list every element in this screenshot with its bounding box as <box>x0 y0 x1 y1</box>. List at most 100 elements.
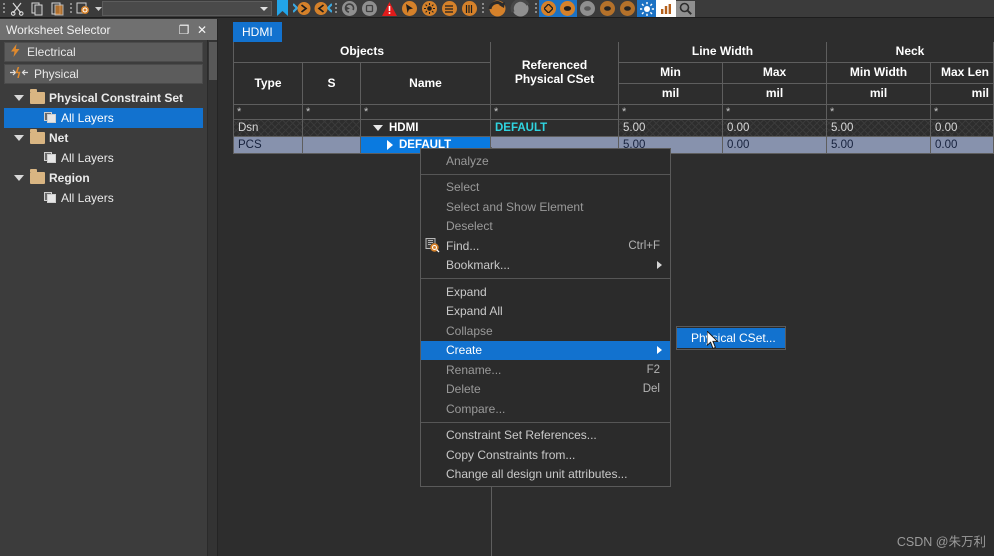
cut-icon[interactable] <box>7 0 27 17</box>
cell-name[interactable]: HDMI <box>361 120 491 137</box>
panel-close-button[interactable]: ✕ <box>193 23 211 37</box>
column-header-linewidth-max[interactable]: Max <box>723 63 827 84</box>
chart-icon[interactable] <box>656 0 676 17</box>
menu-item-delete[interactable]: Delete Del <box>421 380 670 400</box>
tree-item-all-layers-pcs[interactable]: All Layers <box>4 108 203 128</box>
layers-icon <box>44 112 57 124</box>
chevron-down-icon[interactable] <box>14 175 24 181</box>
submenu-item-physical-cset[interactable]: Physical CSet... <box>677 328 785 348</box>
column-header-s[interactable]: S <box>303 63 361 105</box>
cell-s[interactable] <box>303 137 361 154</box>
menu-item-copy-constraints-from[interactable]: Copy Constraints from... <box>421 445 670 465</box>
tree-group-region[interactable]: Region <box>4 168 203 188</box>
bookmark-icon[interactable] <box>272 0 292 17</box>
tree-item-all-layers-region[interactable]: All Layers <box>4 188 203 208</box>
magnifier-icon[interactable] <box>676 0 695 17</box>
zoom-find-icon[interactable] <box>74 0 94 17</box>
menu-item-bookmark[interactable]: Bookmark... <box>421 256 670 276</box>
menu-item-find[interactable]: Find... Ctrl+F <box>421 236 670 256</box>
chevron-right-icon[interactable] <box>387 140 393 150</box>
submenu-item-label: Physical CSet... <box>691 330 776 345</box>
panel-scrollbar[interactable] <box>207 40 217 556</box>
warning-icon[interactable] <box>379 0 399 17</box>
menu-item-deselect[interactable]: Deselect <box>421 217 670 237</box>
mode-button-electrical[interactable]: Electrical <box>4 42 203 62</box>
menu-item-label: Copy Constraints from... <box>446 447 576 462</box>
analyze-icon[interactable] <box>508 0 532 17</box>
refresh-icon[interactable] <box>486 0 508 17</box>
filter-neck-minwidth[interactable]: * <box>827 105 931 120</box>
tree-item-all-layers-net[interactable]: All Layers <box>4 148 203 168</box>
copy-icon[interactable] <box>27 0 47 17</box>
filter-linewidth-min[interactable]: * <box>619 105 723 120</box>
menu-item-change-all-design-unit-attributes[interactable]: Change all design unit attributes... <box>421 465 670 485</box>
redo-icon[interactable] <box>359 0 379 17</box>
filter-linewidth-max[interactable]: * <box>723 105 827 120</box>
menu-item-select[interactable]: Select <box>421 178 670 198</box>
panel-scrollbar-thumb[interactable] <box>209 42 217 80</box>
tab-hdmi[interactable]: HDMI <box>233 22 282 42</box>
filter-type[interactable]: * <box>233 105 303 120</box>
column-header-type[interactable]: Type <box>233 63 303 105</box>
menu-item-expand[interactable]: Expand <box>421 282 670 302</box>
settings-gear-icon[interactable] <box>419 0 439 17</box>
column-header-neck-minwidth[interactable]: Min Width <box>827 63 931 84</box>
menu-item-accelerator: Ctrl+F <box>628 239 660 252</box>
filter-referenced-cset[interactable]: * <box>491 105 619 120</box>
paste-icon[interactable] <box>47 0 67 17</box>
cell-neck-maxlen[interactable]: 0.00 <box>931 137 994 154</box>
context-menu: Analyze Select Select and Show Element D… <box>420 148 671 487</box>
mode-label-physical: Physical <box>34 67 79 81</box>
menu-item-label: Compare... <box>446 401 506 416</box>
dropdown-caret-icon[interactable] <box>94 0 102 17</box>
column-header-name[interactable]: Name <box>361 63 491 105</box>
chevron-down-icon[interactable] <box>14 95 24 101</box>
column-header-neck-maxlen[interactable]: Max Len <box>931 63 994 84</box>
toolbar-search-input[interactable] <box>102 1 272 16</box>
column-header-linewidth-min[interactable]: Min <box>619 63 723 84</box>
chevron-down-icon[interactable] <box>373 125 383 131</box>
undo-icon[interactable] <box>339 0 359 17</box>
menu-item-constraint-set-references[interactable]: Constraint Set References... <box>421 426 670 446</box>
tree-item-label: All Layers <box>61 191 114 205</box>
physical-mode-icon[interactable] <box>558 0 577 17</box>
properties-icon[interactable] <box>617 0 637 17</box>
tree-group-physical-constraint-set[interactable]: Physical Constraint Set <box>4 88 203 108</box>
cell-type[interactable]: Dsn <box>233 120 303 137</box>
same-net-icon[interactable] <box>597 0 617 17</box>
tree-item-label: All Layers <box>61 111 114 125</box>
nav-forward-icon[interactable] <box>292 0 312 17</box>
cell-linewidth-min[interactable]: 5.00 <box>619 120 723 137</box>
highlight-icon[interactable] <box>637 0 656 17</box>
nav-back-icon[interactable] <box>312 0 332 17</box>
group-header-objects: Objects <box>233 42 491 63</box>
menu-item-collapse[interactable]: Collapse <box>421 321 670 341</box>
menu-item-analyze[interactable]: Analyze <box>421 151 670 171</box>
filter-neck-maxlen[interactable]: * <box>931 105 994 120</box>
menu-item-expand-all[interactable]: Expand All <box>421 302 670 322</box>
chevron-down-icon[interactable] <box>14 135 24 141</box>
cell-linewidth-max[interactable]: 0.00 <box>723 137 827 154</box>
electrical-mode-icon[interactable] <box>539 0 558 17</box>
cell-type[interactable]: PCS <box>233 137 303 154</box>
columns-icon[interactable] <box>459 0 479 17</box>
cursor-select-icon[interactable] <box>399 0 419 17</box>
cell-neck-maxlen[interactable]: 0.00 <box>931 120 994 137</box>
list-icon[interactable] <box>439 0 459 17</box>
spacing-mode-icon[interactable] <box>577 0 597 17</box>
menu-item-select-and-show-element[interactable]: Select and Show Element <box>421 197 670 217</box>
cell-linewidth-max[interactable]: 0.00 <box>723 120 827 137</box>
mode-button-physical[interactable]: Physical <box>4 64 203 84</box>
menu-item-create[interactable]: Create <box>421 340 670 360</box>
menu-item-rename[interactable]: Rename... F2 <box>421 360 670 380</box>
cell-s[interactable] <box>303 120 361 137</box>
cell-neck-minwidth[interactable]: 5.00 <box>827 137 931 154</box>
cell-neck-minwidth[interactable]: 5.00 <box>827 120 931 137</box>
filter-s[interactable]: * <box>303 105 361 120</box>
tree-group-net[interactable]: Net <box>4 128 203 148</box>
filter-name[interactable]: * <box>361 105 491 120</box>
panel-restore-button[interactable]: ❐ <box>175 23 193 37</box>
cell-referenced-cset[interactable]: DEFAULT <box>491 120 619 137</box>
table-row[interactable]: Dsn HDMI DEFAULT 5.00 0.00 5.00 0.00 <box>233 120 994 137</box>
menu-item-compare[interactable]: Compare... <box>421 399 670 419</box>
